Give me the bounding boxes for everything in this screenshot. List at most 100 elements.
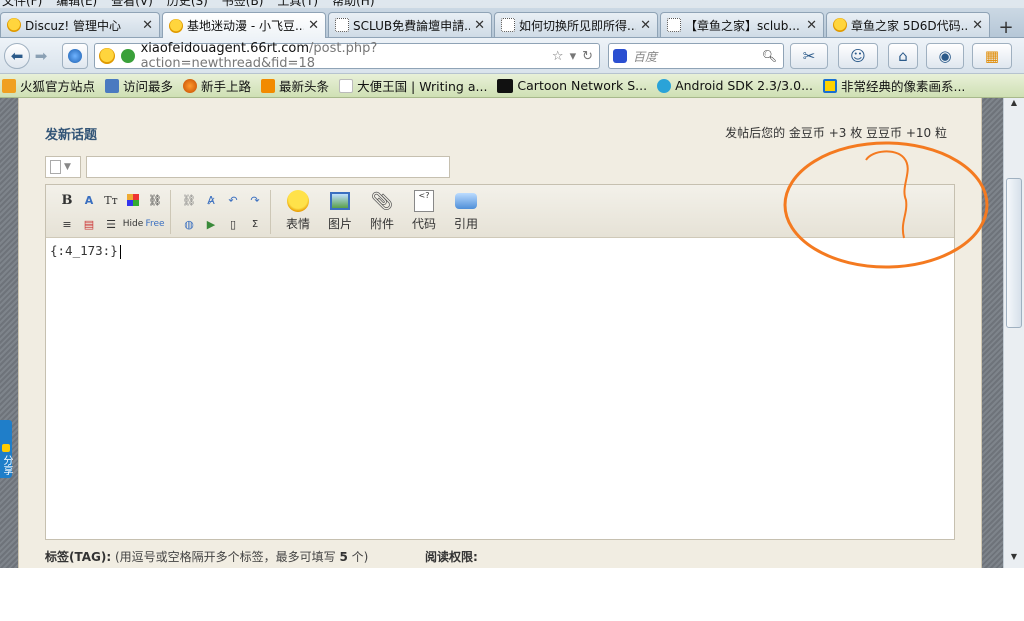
firefox-icon	[183, 78, 198, 93]
emoji-button[interactable]: 表情	[280, 189, 316, 235]
menu-item[interactable]: 查看(V)	[111, 0, 153, 8]
undo-icon[interactable]: ↶	[224, 191, 242, 209]
code-button[interactable]: <? 代码	[406, 189, 442, 235]
dotted-page-icon	[501, 18, 515, 32]
dotted-page-icon	[667, 18, 681, 32]
tab-active-post[interactable]: 基地迷动漫 - 小飞豆... ✕	[162, 12, 326, 38]
color-grid-icon[interactable]	[124, 191, 142, 209]
screenshot-tool-button[interactable]: ✂	[790, 43, 828, 69]
attachment-button[interactable]: 📎︎ 附件	[364, 189, 400, 235]
menu-item[interactable]: 编辑(E)	[56, 0, 97, 8]
close-icon[interactable]: ✕	[972, 18, 983, 33]
font-size-icon[interactable]: A	[80, 191, 98, 209]
read-permission-label: 阅读权限:	[425, 550, 478, 564]
menu-item[interactable]: 工具(T)	[277, 0, 318, 8]
unordered-list-icon[interactable]: ☰	[102, 215, 120, 233]
folder-icon	[2, 78, 16, 93]
hide-button[interactable]: Hide	[122, 215, 144, 233]
share-button[interactable]: 分享	[0, 420, 12, 478]
emoji-label: 表情	[285, 217, 310, 231]
emoticon-icon	[7, 18, 21, 32]
dropdown-arrow-icon[interactable]: ▾	[570, 49, 577, 64]
bookmark-item[interactable]: 大便王国 | Writing a...	[339, 76, 487, 95]
forward-button[interactable]: ➡	[30, 43, 52, 69]
table-icon[interactable]: Σ	[246, 215, 264, 233]
url-host: xiaofeidouagent.66rt.com	[140, 41, 310, 56]
font-family-icon[interactable]: Tт	[102, 191, 120, 209]
site-identity-button[interactable]	[62, 43, 88, 69]
menu-item[interactable]: 历史(S)	[167, 0, 208, 8]
scroll-up-icon[interactable]: ▲	[1004, 98, 1024, 114]
bookmark-item[interactable]: 火狐官方站点	[2, 76, 95, 95]
browser-window: 文件(F) 编辑(E) 查看(V) 历史(S) 书签(B) 工具(T) 帮助(H) Disc…	[0, 0, 1024, 568]
image-link-icon[interactable]: ◍	[180, 215, 198, 233]
speech-bubble-icon	[454, 189, 478, 213]
free-button[interactable]: Free	[144, 215, 166, 233]
scroll-thumb[interactable]	[1006, 178, 1022, 328]
thread-type-select[interactable]: ▼	[45, 156, 81, 178]
close-icon[interactable]: ✕	[640, 18, 651, 33]
search-icon[interactable]: 🔍︎	[762, 49, 783, 63]
forward-arrow-icon: ➡	[34, 47, 48, 65]
tab-wysiwyg[interactable]: 如何切换所见即所得... ✕	[494, 12, 658, 37]
home-button[interactable]: ⌂	[888, 43, 918, 69]
smiley-icon	[286, 189, 310, 213]
tab-sclub[interactable]: SCLUB免費論壇申請... ✕	[328, 12, 492, 37]
unlink-icon[interactable]: ⛓	[180, 191, 198, 209]
pixel-art-icon	[822, 78, 837, 93]
emoticon-icon	[169, 18, 183, 33]
bookmark-item[interactable]: Cartoon Network S...	[497, 78, 647, 93]
search-bar[interactable]: 百度 🔍︎	[608, 43, 784, 69]
emoticon-icon	[833, 18, 847, 32]
back-button[interactable]: ⬅	[4, 43, 30, 69]
share-icon	[2, 444, 10, 452]
post-form: 发新话题 发帖后您的 金豆币 +3 枚 豆豆币 +10 粒 ▼ B A Tт ⛓…	[18, 98, 982, 568]
url-text: xiaofeidouagent.66rt.com/post.php?action…	[141, 41, 546, 71]
scissors-icon: ✂	[802, 47, 816, 65]
quote-button[interactable]: 引用	[448, 189, 484, 235]
editor-textarea[interactable]: {:4_173:}	[50, 243, 121, 259]
baidu-paw-icon[interactable]	[613, 49, 627, 63]
link-icon[interactable]: ⛓	[146, 191, 164, 209]
bookmark-item[interactable]: 非常经典的像素画系...	[822, 76, 965, 95]
scroll-down-icon[interactable]: ▼	[1004, 552, 1024, 568]
address-bar[interactable]: xiaofeidouagent.66rt.com/post.php?action…	[94, 41, 600, 71]
menu-item[interactable]: 帮助(H)	[332, 0, 374, 8]
bookmark-star-icon[interactable]: ☆	[552, 49, 564, 64]
align-icon[interactable]: ≡	[58, 215, 76, 233]
bold-icon[interactable]: B	[58, 191, 76, 209]
android-icon	[657, 78, 672, 93]
ordered-list-icon[interactable]: ▤	[80, 215, 98, 233]
image-button[interactable]: 图片	[322, 189, 358, 235]
globe-icon	[68, 49, 82, 63]
tab-octopus-sclub[interactable]: 【章鱼之家】sclub... ✕	[660, 12, 824, 37]
vertical-scrollbar[interactable]: ▲ ▼	[1003, 98, 1024, 568]
redo-icon[interactable]: ↷	[246, 191, 264, 209]
menu-item[interactable]: 文件(F)	[2, 0, 42, 8]
bookmark-item[interactable]: 最新头条	[261, 76, 329, 95]
tag-max: 5	[339, 550, 348, 564]
code-icon: <?	[412, 189, 436, 213]
menu-item[interactable]: 书签(B)	[222, 0, 264, 8]
bookmark-item[interactable]: 新手上路	[183, 76, 251, 95]
tab-title: 【章鱼之家】sclub...	[685, 18, 800, 33]
app-menu-button[interactable]: ▦	[972, 43, 1012, 69]
close-icon[interactable]: ✕	[806, 18, 817, 33]
media-icon[interactable]: ▶	[202, 215, 220, 233]
bookmark-item[interactable]: Android SDK 2.3/3.0...	[657, 78, 813, 93]
bookmark-item[interactable]: 访问最多	[105, 76, 173, 95]
remove-format-icon[interactable]: A̷	[202, 191, 220, 209]
close-icon[interactable]: ✕	[474, 18, 485, 33]
close-icon[interactable]: ✕	[308, 18, 319, 33]
close-icon[interactable]: ✕	[142, 18, 153, 33]
tab-discuz-admin[interactable]: Discuz! 管理中心 ✕	[0, 12, 160, 37]
tag-hint-end: 个)	[347, 550, 369, 564]
privacy-button[interactable]: ◉	[926, 43, 964, 69]
blank-page-icon[interactable]: ▯	[224, 215, 242, 233]
addon-button[interactable]: ☺	[838, 43, 878, 69]
reload-icon[interactable]: ↻	[582, 49, 593, 64]
new-tab-button[interactable]: +	[993, 18, 1019, 40]
subject-input[interactable]	[86, 156, 450, 178]
image-label: 图片	[327, 217, 352, 231]
tab-octopus-5d6d[interactable]: 章鱼之家 5D6D代码... ✕	[826, 12, 990, 37]
